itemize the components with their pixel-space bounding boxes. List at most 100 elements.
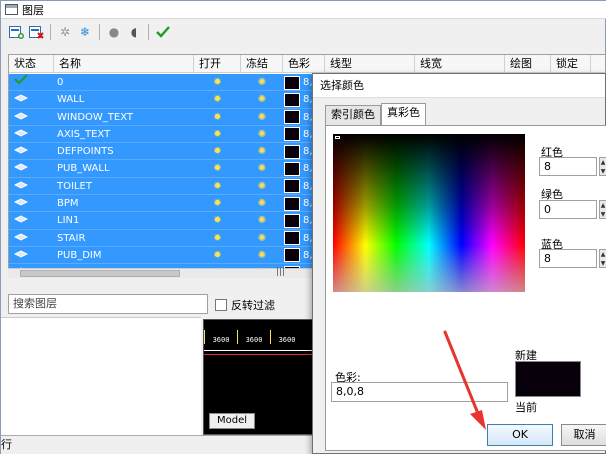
horizontal-scrollbar[interactable]: ||| [8, 267, 320, 278]
layer-name[interactable]: LIN1 [54, 212, 194, 229]
sun-thaw-icon[interactable]: ✺ [241, 178, 283, 195]
dimension-text: 3600 [237, 330, 270, 344]
cancel-button[interactable]: 取消 [561, 424, 606, 446]
sun-thaw-icon[interactable]: ✺ [241, 160, 283, 177]
layer-name[interactable]: AXIS_TEXT [54, 126, 194, 143]
bulb-on-icon[interactable]: ✹ [194, 74, 241, 91]
new-layer-icon[interactable] [7, 23, 25, 41]
tab-true-color[interactable]: 真彩色 [381, 103, 426, 125]
bulb-on-icon[interactable]: ✹ [194, 109, 241, 126]
ok-button[interactable]: OK [487, 424, 553, 446]
current-layer-check-icon[interactable] [9, 74, 54, 91]
color-value-input[interactable]: 8,0,8 [331, 382, 508, 402]
sun-thaw-icon[interactable]: ✺ [241, 109, 283, 126]
sun-thaw-icon[interactable]: ✺ [241, 195, 283, 212]
window-title: 图层 [22, 3, 44, 17]
layer-status-icon[interactable] [9, 143, 54, 160]
red-spinner-icon[interactable]: ▲ ▼ [599, 157, 606, 176]
toolbar-separator [99, 24, 100, 40]
sun-thaw-icon[interactable]: ✺ [241, 126, 283, 143]
title-bar: 图层 [1, 1, 606, 19]
column-header-linetype[interactable]: 线型 [325, 55, 415, 73]
color-swatch [284, 231, 300, 246]
layer-status-icon[interactable] [9, 126, 54, 143]
layer-status-icon[interactable] [9, 230, 54, 247]
green-input[interactable]: 0 [539, 200, 597, 219]
dimension-line [204, 350, 314, 351]
column-header-lineweight[interactable]: 线宽 [415, 55, 505, 73]
color-swatch [284, 127, 300, 142]
column-header-lock[interactable]: 锁定 [551, 55, 591, 73]
bulb-on-icon[interactable]: ✹ [194, 247, 241, 264]
select-color-dialog: 选择颜色 索引颜色 真彩色 红色 8 ▲ ▼ 绿色 0 ▲ ▼ 蓝色 8 ▲ ▼ 色彩… [312, 73, 606, 454]
model-tab[interactable]: Model [209, 413, 255, 429]
color-swatch [284, 179, 300, 194]
bulb-on-icon[interactable]: ✹ [194, 212, 241, 229]
bulb-on-icon[interactable]: ✹ [194, 230, 241, 247]
thaw-all-icon[interactable]: ❄ [76, 23, 94, 41]
layer-name[interactable]: STAIR [54, 230, 194, 247]
bulb-off-icon[interactable]: ● [105, 23, 123, 41]
layer-status-icon[interactable] [9, 109, 54, 126]
bulb-on-icon[interactable]: ✹ [194, 91, 241, 108]
column-header-name[interactable]: 名称 [54, 55, 194, 73]
layer-status-icon[interactable] [9, 91, 54, 108]
shade-gradient [333, 134, 525, 292]
sun-thaw-icon[interactable]: ✺ [241, 230, 283, 247]
bulb-on-icon[interactable]: ✹ [194, 143, 241, 160]
delete-layer-icon[interactable] [27, 23, 45, 41]
layer-name[interactable]: TOILET [54, 178, 194, 195]
search-layer-input[interactable]: 搜索图层 [8, 294, 208, 314]
layer-status-icon[interactable] [9, 178, 54, 195]
set-current-check-icon[interactable] [154, 23, 172, 41]
color-spectrum-picker[interactable] [333, 134, 525, 292]
dimension-row: 3600 3600 3600 [204, 330, 314, 344]
column-header-color[interactable]: 色彩 [283, 55, 325, 73]
bulb-on-icon[interactable]: ✹ [194, 178, 241, 195]
layer-status-icon[interactable] [9, 212, 54, 229]
layer-properties-pane [1, 317, 201, 435]
freeze-all-icon[interactable]: ✲ [56, 23, 74, 41]
blue-input[interactable]: 8 [539, 249, 597, 268]
current-color-label: 当前 [515, 401, 537, 414]
layer-name[interactable]: 0 [54, 74, 194, 91]
color-swatch [284, 213, 300, 228]
invert-filter-label: 反转过滤 [231, 299, 275, 312]
red-input[interactable]: 8 [539, 157, 597, 176]
bulb-on-icon[interactable]: ✹ [194, 160, 241, 177]
green-spinner-icon[interactable]: ▲ ▼ [599, 200, 606, 219]
sun-thaw-icon[interactable]: ✺ [241, 143, 283, 160]
color-swatch [284, 144, 300, 159]
layer-status-icon[interactable] [9, 195, 54, 212]
sun-thaw-icon[interactable]: ✺ [241, 212, 283, 229]
tab-index-color[interactable]: 索引颜色 [325, 105, 381, 125]
layer-name[interactable]: WALL [54, 91, 194, 108]
bulb-on-icon[interactable]: ✹ [194, 126, 241, 143]
layer-name[interactable]: PUB_DIM [54, 247, 194, 264]
color-swatch [284, 110, 300, 125]
checkbox-box[interactable] [215, 299, 227, 311]
sun-thaw-icon[interactable]: ✺ [241, 74, 283, 91]
scrollbar-thumb[interactable] [20, 270, 180, 277]
blue-spinner-icon[interactable]: ▲ ▼ [599, 249, 606, 268]
color-swatch [284, 161, 300, 176]
bulb-on-icon[interactable]: ✹ [194, 195, 241, 212]
column-header-plot[interactable]: 绘图 [505, 55, 551, 73]
layer-name[interactable]: BPM [54, 195, 194, 212]
sun-thaw-icon[interactable]: ✺ [241, 247, 283, 264]
column-header-on[interactable]: 打开 [194, 55, 241, 73]
dialog-tabs: 索引颜色 真彩色 [325, 103, 426, 125]
wall-line [204, 354, 314, 355]
bulb-on-icon[interactable]: ◖ [125, 23, 143, 41]
toolbar: ✲ ❄ ● ◖ [1, 20, 606, 44]
picker-crosshair-icon[interactable] [335, 136, 340, 139]
sun-thaw-icon[interactable]: ✺ [241, 91, 283, 108]
layer-name[interactable]: DEFPOINTS [54, 143, 194, 160]
layer-status-icon[interactable] [9, 247, 54, 264]
layer-name[interactable]: PUB_WALL [54, 160, 194, 177]
layer-name[interactable]: WINDOW_TEXT [54, 109, 194, 126]
column-header-status[interactable]: 状态 [9, 55, 54, 73]
column-header-freeze[interactable]: 冻结 [241, 55, 283, 73]
invert-filter-checkbox[interactable]: 反转过滤 [215, 297, 275, 313]
layer-status-icon[interactable] [9, 160, 54, 177]
